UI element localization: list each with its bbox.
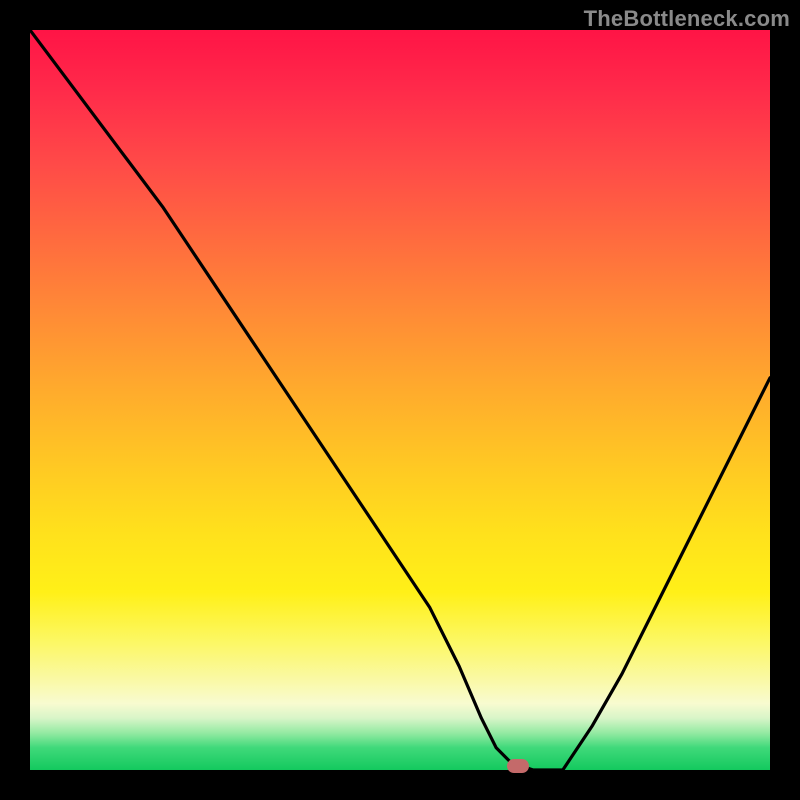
bottleneck-curve [30,30,770,770]
plot-area [30,30,770,770]
optimal-marker [507,759,529,773]
chart-frame: TheBottleneck.com [0,0,800,800]
watermark-label: TheBottleneck.com [584,6,790,32]
